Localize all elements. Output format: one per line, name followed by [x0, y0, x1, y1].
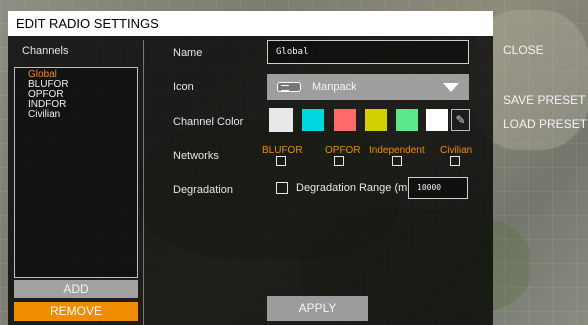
network-checkbox-blufor[interactable] — [276, 156, 286, 166]
degradation-range-input[interactable]: 10000 — [408, 177, 468, 199]
degradation-range-label: Degradation Range (m — [296, 182, 408, 194]
network-label-opfor: OPFOR — [325, 145, 361, 156]
network-label-blufor: BLUFOR — [262, 145, 303, 156]
color-swatch-cyan[interactable] — [302, 109, 324, 131]
column-divider — [143, 40, 144, 325]
color-swatch-green[interactable] — [396, 109, 418, 131]
color-swatch-white-gray[interactable] — [269, 108, 293, 132]
radio-manpack-icon — [277, 82, 301, 92]
save-preset-button[interactable]: SAVE PRESET — [503, 93, 585, 107]
channels-header: Channels — [22, 45, 69, 57]
dialog-title: EDIT RADIO SETTINGS — [8, 11, 493, 36]
eyedropper-icon[interactable]: ✎ — [451, 109, 470, 131]
degradation-checkbox[interactable] — [276, 182, 288, 194]
name-input[interactable]: Global — [267, 40, 469, 64]
network-checkbox-independent[interactable] — [392, 156, 402, 166]
remove-channel-button[interactable]: REMOVE — [14, 302, 138, 321]
apply-button[interactable]: APPLY — [267, 296, 368, 321]
network-label-independent: Independent — [369, 145, 425, 156]
name-label: Name — [173, 47, 203, 59]
icon-dropdown[interactable]: Manpack — [267, 74, 469, 100]
network-checkbox-civilian[interactable] — [450, 156, 460, 166]
close-button[interactable]: CLOSE — [503, 43, 544, 57]
load-preset-button[interactable]: LOAD PRESET — [503, 117, 587, 131]
channel-item-civilian[interactable]: Civilian — [28, 110, 137, 120]
chevron-down-icon — [443, 83, 459, 92]
channel-list[interactable]: Global BLUFOR OPFOR INDFOR Civilian — [14, 67, 138, 278]
channel-color-label: Channel Color — [173, 116, 244, 128]
networks-label: Networks — [173, 150, 219, 162]
network-checkbox-opfor[interactable] — [334, 156, 344, 166]
network-label-civilian: Civilian — [440, 145, 473, 156]
color-swatch-yellow[interactable] — [365, 109, 387, 131]
add-channel-button[interactable]: ADD — [14, 280, 138, 298]
icon-dropdown-value: Manpack — [312, 81, 357, 93]
color-swatch-custom[interactable] — [426, 109, 448, 131]
icon-label: Icon — [173, 81, 194, 93]
degradation-label: Degradation — [173, 184, 233, 196]
color-swatch-red[interactable] — [334, 109, 356, 131]
